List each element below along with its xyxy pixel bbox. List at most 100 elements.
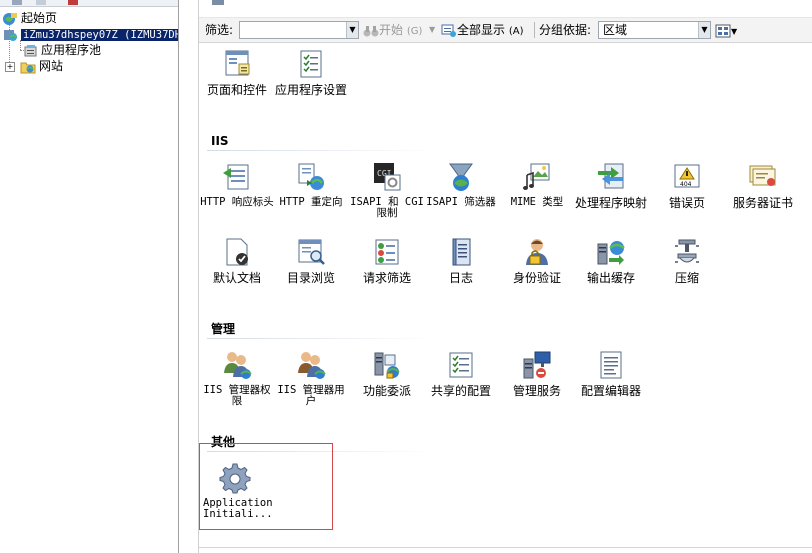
- expand-icon[interactable]: +: [5, 62, 15, 72]
- feature-label: 目录浏览: [286, 271, 335, 285]
- feature-management-service[interactable]: 管理服务: [499, 349, 575, 397]
- svg-text:404: 404: [680, 181, 692, 188]
- feature-label: 身份验证: [512, 271, 561, 285]
- logging-icon: [452, 238, 471, 266]
- feature-label: 默认文档: [212, 271, 261, 285]
- connections-tree-pane: 起始页 iZmu37dhspey07Z (IZMU37DHS 应用程序池 + 网…: [0, 0, 179, 553]
- toolbar-separator: [534, 22, 535, 38]
- feature-label: 压缩: [674, 271, 699, 285]
- tree-item-label: 应用程序池: [41, 43, 102, 57]
- feature-http-response-headers[interactable]: HTTP 响应标头: [199, 161, 275, 208]
- feature-authentication[interactable]: 身份验证: [499, 236, 575, 284]
- feature-directory-browsing[interactable]: 目录浏览: [273, 236, 349, 284]
- tree-item-sites[interactable]: 网站: [20, 58, 63, 74]
- feature-application-initialization[interactable]: Application Initiali...: [199, 462, 275, 520]
- feature-label: 处理程序映射: [574, 196, 647, 210]
- filter-input[interactable]: ▼: [239, 21, 359, 39]
- feature-label: 服务器证书: [732, 196, 793, 210]
- compression-icon: [675, 239, 699, 263]
- server-icon: [4, 29, 17, 41]
- feature-feature-delegation[interactable]: 功能委派: [349, 349, 425, 397]
- group-by-label: 分组依据:: [539, 23, 592, 37]
- binoculars-icon: [363, 25, 379, 36]
- tree-toolbar: [0, 0, 178, 7]
- feature-error-pages[interactable]: 404 错误页: [649, 161, 725, 209]
- configuration-editor-icon: [600, 351, 622, 379]
- feature-output-caching[interactable]: 输出缓存: [573, 236, 649, 284]
- feature-label: 日志: [448, 271, 473, 285]
- feature-label: 错误页: [668, 196, 705, 210]
- feature-mime-types[interactable]: MIME 类型: [499, 161, 575, 208]
- section-title-iis: IIS: [211, 134, 229, 148]
- tree-item-start-page[interactable]: 起始页: [2, 10, 57, 26]
- server-certificates-icon: [749, 165, 776, 186]
- start-button[interactable]: 开始 (G): [363, 18, 422, 42]
- error-pages-icon: 404: [674, 164, 700, 188]
- feature-label: 功能委派: [362, 384, 411, 398]
- shared-configuration-icon: [449, 352, 473, 378]
- toolbar-delete-stub[interactable]: [68, 0, 78, 5]
- request-filtering-icon: [375, 239, 399, 265]
- show-all-button[interactable]: 全部显示 (A): [441, 18, 524, 42]
- start-page-icon: [3, 12, 17, 25]
- http-redirect-icon: [298, 163, 324, 190]
- feature-label: 页面和控件: [206, 83, 267, 97]
- app-settings-icon: [300, 50, 322, 78]
- feature-label: HTTP 重定向: [279, 196, 343, 208]
- page-controls-icon: [225, 50, 250, 76]
- feature-iis-manager-users[interactable]: IIS 管理器用户: [273, 349, 349, 407]
- dropdown-arrow-icon[interactable]: ▼: [346, 22, 358, 38]
- feature-app-settings[interactable]: 应用程序设置: [273, 48, 349, 96]
- feature-label: 管理服务: [512, 384, 561, 398]
- iis-manager-users-icon: [298, 352, 326, 379]
- filter-label: 筛选:: [205, 23, 234, 37]
- tree-item-label: 网站: [39, 59, 64, 73]
- feature-isapi-filter[interactable]: ISAPI 筛选器: [423, 161, 499, 208]
- view-icon: [212, 0, 224, 5]
- feature-shared-configuration[interactable]: 共享的配置: [423, 349, 499, 397]
- feature-configuration-editor[interactable]: 配置编辑器: [573, 349, 649, 397]
- feature-handler-mappings[interactable]: 处理程序映射: [573, 161, 649, 209]
- view-mode-icon: [715, 24, 731, 37]
- feature-label: 应用程序设置: [274, 83, 347, 97]
- feature-label: Application Initiali...: [203, 497, 273, 520]
- feature-label: HTTP 响应标头: [200, 196, 274, 208]
- feature-server-certificates[interactable]: 服务器证书: [725, 161, 801, 209]
- authentication-icon: [526, 239, 548, 265]
- directory-browsing-icon: [298, 239, 325, 265]
- feature-http-redirect[interactable]: HTTP 重定向: [273, 161, 349, 208]
- feature-label: IIS 管理器权限: [203, 384, 271, 407]
- output-caching-icon: [597, 241, 625, 265]
- tree-item-label: iZmu37dhspey07Z (IZMU37DHS: [21, 29, 178, 41]
- feature-page-controls[interactable]: 页面和控件: [199, 48, 275, 96]
- feature-logging[interactable]: 日志: [423, 236, 499, 284]
- sites-folder-icon: [20, 62, 36, 73]
- tree-item-app-pools[interactable]: 应用程序池: [22, 42, 101, 58]
- feature-label: 请求筛选: [362, 271, 411, 285]
- bottom-divider: [199, 547, 812, 548]
- dropdown-arrow-icon[interactable]: ▼: [698, 22, 710, 38]
- feature-label: 输出缓存: [586, 271, 635, 285]
- view-mode-button[interactable]: ▼: [715, 18, 737, 42]
- tree-item-label: 起始页: [21, 11, 58, 25]
- feature-iis-manager-permissions[interactable]: IIS 管理器权限: [199, 349, 275, 407]
- handler-mappings-icon: [598, 163, 624, 189]
- iis-manager-permissions-icon: [224, 352, 252, 379]
- feature-label: 配置编辑器: [580, 384, 641, 398]
- start-dropdown-icon[interactable]: ▼: [429, 18, 435, 42]
- tree-item-server[interactable]: iZmu37dhspey07Z (IZMU37DHS: [2, 26, 178, 42]
- gear-icon: [219, 463, 251, 494]
- feature-label: IIS 管理器用户: [277, 384, 345, 407]
- group-by-select[interactable]: 区域 ▼: [598, 21, 711, 39]
- http-response-headers-icon: [223, 164, 249, 190]
- filter-toolbar: 筛选: ▼ 开始 (G) ▼ 全部显示 (A) 分组依据: 区域 ▼ ▼: [199, 17, 812, 43]
- feature-request-filtering[interactable]: 请求筛选: [349, 236, 425, 284]
- feature-compression[interactable]: 压缩: [649, 236, 725, 284]
- show-all-icon: [441, 24, 456, 37]
- toolbar-button-stub[interactable]: [12, 0, 22, 5]
- feature-default-document[interactable]: 默认文档: [199, 236, 275, 284]
- default-document-icon: [226, 238, 248, 266]
- toolbar-button-stub[interactable]: [36, 0, 46, 5]
- feature-label: ISAPI 筛选器: [426, 196, 496, 208]
- feature-isapi-cgi[interactable]: CGI ISAPI 和 CGI 限制: [349, 161, 425, 219]
